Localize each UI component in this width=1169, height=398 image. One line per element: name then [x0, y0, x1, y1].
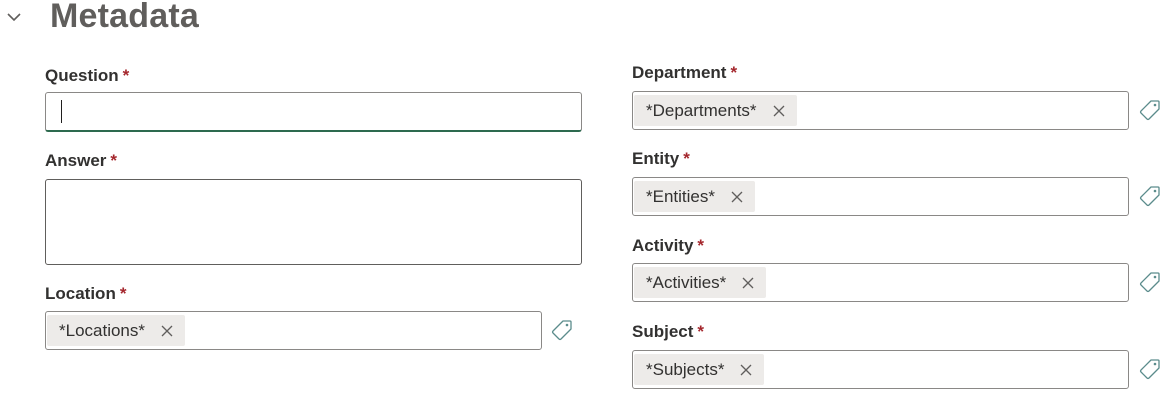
- metadata-section-header: Metadata: [0, 0, 400, 38]
- location-label-text: Location: [45, 284, 116, 303]
- tag-icon[interactable]: [1139, 185, 1161, 207]
- entity-chip: *Entities*: [634, 181, 755, 212]
- question-label-text: Question: [45, 66, 119, 85]
- location-chip: *Locations*: [47, 315, 186, 346]
- close-icon[interactable]: [773, 105, 785, 117]
- activity-tag-input[interactable]: *Activities*: [632, 263, 1129, 302]
- chip-label: *Entities*: [646, 186, 715, 206]
- entity-label: Entity *: [632, 149, 690, 169]
- section-title: Metadata: [50, 0, 199, 35]
- close-icon[interactable]: [742, 277, 754, 289]
- activity-chip: *Activities*: [634, 267, 767, 298]
- activity-label-text: Activity: [632, 236, 694, 255]
- tag-icon[interactable]: [1139, 99, 1161, 121]
- required-marker: *: [697, 236, 705, 255]
- required-marker: *: [730, 63, 738, 82]
- answer-textarea[interactable]: [45, 179, 582, 265]
- required-marker: *: [697, 322, 705, 341]
- location-label: Location *: [45, 284, 126, 304]
- department-label: Department *: [632, 63, 737, 83]
- required-marker: *: [683, 149, 690, 168]
- chip-label: *Departments*: [646, 100, 757, 120]
- close-icon[interactable]: [161, 325, 173, 337]
- chevron-down-icon[interactable]: [5, 8, 23, 26]
- question-input[interactable]: [45, 92, 582, 132]
- required-marker: *: [119, 284, 127, 303]
- metadata-page: Metadata Question * Answer * Location * *Lo…: [0, 0, 1169, 398]
- subject-label: Subject *: [632, 322, 704, 342]
- department-tag-input[interactable]: *Departments*: [632, 91, 1129, 130]
- chip-label: *Locations*: [59, 320, 146, 340]
- chip-label: *Activities*: [646, 272, 727, 292]
- subject-chip: *Subjects*: [634, 354, 765, 385]
- required-marker: *: [122, 66, 130, 85]
- required-marker: *: [110, 151, 118, 170]
- entity-label-text: Entity: [632, 149, 680, 168]
- answer-label: Answer *: [45, 151, 117, 171]
- entity-tag-input[interactable]: *Entities*: [632, 177, 1129, 216]
- chip-label: *Subjects*: [646, 359, 725, 379]
- tag-icon[interactable]: [551, 319, 573, 341]
- answer-label-text: Answer: [45, 151, 107, 170]
- department-label-text: Department: [632, 63, 727, 82]
- activity-label: Activity *: [632, 236, 704, 256]
- subject-tag-input[interactable]: *Subjects*: [632, 350, 1129, 389]
- text-caret: [61, 100, 62, 123]
- tag-icon[interactable]: [1139, 358, 1161, 380]
- tag-icon[interactable]: [1139, 271, 1161, 293]
- location-tag-input[interactable]: *Locations*: [45, 311, 542, 350]
- department-chip: *Departments*: [634, 95, 797, 126]
- subject-label-text: Subject: [632, 322, 694, 341]
- close-icon[interactable]: [740, 364, 752, 376]
- question-label: Question *: [45, 66, 129, 86]
- close-icon[interactable]: [731, 191, 743, 203]
